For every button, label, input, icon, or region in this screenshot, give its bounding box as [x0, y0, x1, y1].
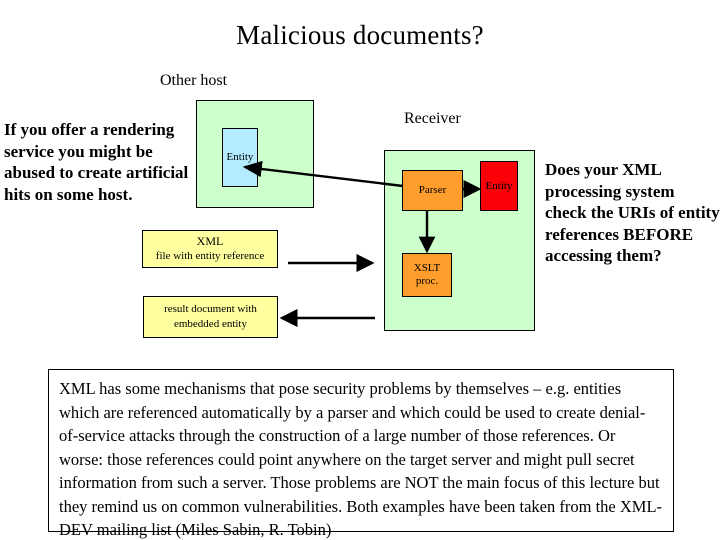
local-entity-label: Entity [485, 179, 513, 192]
bottom-note-text: XML has some mechanisms that pose securi… [59, 379, 663, 539]
xml-file-label-line1: XML [196, 234, 224, 248]
xslt-label-line2: proc. [415, 275, 439, 287]
right-commentary-text: Does your XML processing system check th… [545, 160, 720, 265]
bottom-note-box: XML has some mechanisms that pose securi… [48, 369, 674, 539]
slide-canvas: Malicious documents? If you offer a rend… [0, 0, 720, 540]
other-host-label: Other host [160, 72, 228, 89]
left-commentary-text: If you offer a rendering service you mig… [4, 120, 189, 204]
parser-label: Parser [418, 184, 447, 196]
remote-entity-label: Entity [226, 151, 254, 163]
xslt-processor-box: XSLT proc. [402, 253, 452, 297]
local-entity-box: Entity [480, 161, 518, 211]
xml-file-box: XML file with entity reference [142, 230, 278, 268]
xslt-label-line1: XSLT [413, 262, 441, 274]
result-document-label-line2: embedded entity [173, 318, 247, 330]
parser-box: Parser [402, 170, 463, 211]
xml-file-label-line2: file with entity reference [155, 250, 265, 262]
result-document-box: result document with embedded entity [143, 296, 278, 338]
receiver-label: Receiver [404, 110, 461, 127]
remote-entity-box: Entity [222, 128, 258, 187]
result-document-label-line1: result document with [164, 303, 257, 315]
page-title: Malicious documents? [236, 20, 484, 50]
